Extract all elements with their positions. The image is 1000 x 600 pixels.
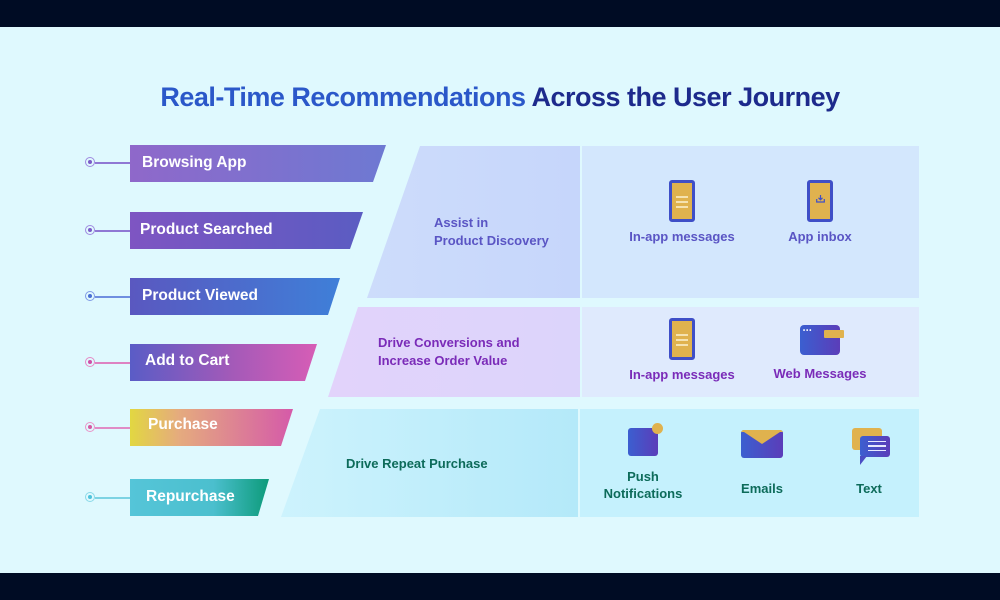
stage-label: Browsing App [142,154,247,171]
stage-product-searched: Product Searched [128,211,273,249]
channel-label: Web Messages [773,366,867,381]
goal-label-line: Assist in [434,215,489,230]
stage-label: Add to Cart [145,352,230,369]
stage-label: Purchase [148,416,218,433]
envelope-icon [741,430,783,458]
phone-inbox-icon [807,180,833,222]
connector-dot [85,157,95,167]
goal-label-repeat: Drive Repeat Purchase [346,455,488,473]
channel-label: Push [627,469,659,484]
channel-label: Emails [741,481,783,496]
goal-label-line: Drive Repeat Purchase [346,456,488,471]
connector-line [95,497,130,499]
channel-text: Text [834,428,904,497]
stage-label: Product Searched [140,221,273,238]
connector-line [95,230,130,232]
browser-window-icon: ••• [800,325,844,355]
goal-label-line: Product Discovery [434,233,549,248]
channel-label: In-app messages [629,367,735,382]
goal-label-conversions: Drive Conversions and Increase Order Val… [378,334,520,370]
phone-messages-icon [669,318,695,360]
connector-dot [85,492,95,502]
goal-label-line: Increase Order Value [378,353,508,368]
connector-line [95,427,130,429]
connector-dot [85,422,95,432]
download-icon [816,195,825,203]
goal-label-discovery: Assist in Product Discovery [434,214,549,250]
stage-repurchase: Repurchase [134,478,235,516]
channel-app-inbox: App inbox [770,180,870,245]
stage-label: Product Viewed [142,287,258,304]
connector-line [95,296,130,298]
connector-dot [85,291,95,301]
channel-label: In-app messages [629,229,735,244]
channel-in-app-messages-2: In-app messages [622,318,742,383]
chat-bubbles-icon [852,428,892,466]
stage-product-viewed: Product Viewed [130,277,258,315]
goal-label-line: Drive Conversions and [378,335,520,350]
channel-push-notifications: Push Notifications [593,423,693,502]
channel-in-app-messages: In-app messages [622,180,742,245]
stage-add-to-cart: Add to Cart [133,342,229,380]
push-notification-icon [628,423,663,456]
stage-label: Repurchase [146,488,235,505]
channel-label: Text [856,481,882,496]
connector-line [95,162,130,164]
channel-label: Notifications [603,486,683,501]
channel-emails: Emails [722,430,802,497]
phone-messages-icon [669,180,695,222]
stage-purchase: Purchase [136,406,218,444]
channel-web-messages: ••• Web Messages [760,325,880,382]
connector-line [95,362,130,364]
connector-dot [85,357,95,367]
channel-label: App inbox [788,229,852,244]
stage-browsing-app: Browsing App [130,144,246,182]
connector-dot [85,225,95,235]
